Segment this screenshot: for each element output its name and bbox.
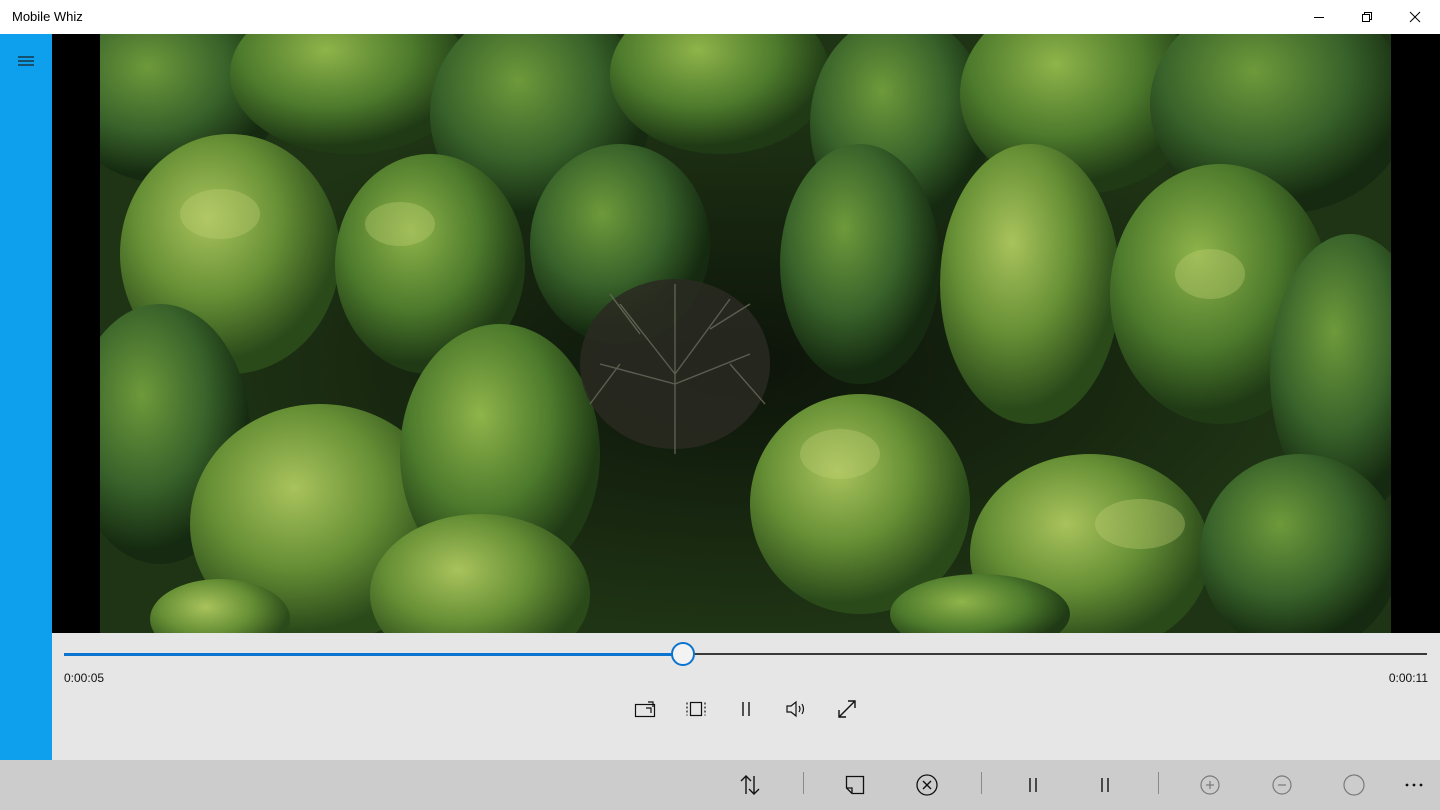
volume-icon <box>786 700 805 718</box>
app-title: Mobile Whiz <box>12 9 83 24</box>
minimize-button[interactable] <box>1295 0 1343 34</box>
navigation-pane <box>0 34 52 760</box>
zoom-in-button[interactable] <box>1190 769 1230 801</box>
fullscreen-button[interactable] <box>829 693 865 725</box>
pause-button[interactable] <box>728 693 764 725</box>
command-separator <box>981 772 982 794</box>
pause-icon <box>1029 778 1037 792</box>
restore-button[interactable] <box>1343 0 1391 34</box>
cast-icon <box>634 701 656 718</box>
close-icon <box>1409 11 1421 23</box>
restore-icon <box>1362 12 1372 22</box>
close-circle-button[interactable] <box>907 769 947 801</box>
note-icon <box>845 775 865 795</box>
command-bar <box>0 760 1440 810</box>
pause-command-button-2[interactable] <box>1085 769 1125 801</box>
command-separator <box>1158 772 1159 794</box>
pause-icon <box>742 702 750 716</box>
seek-bar[interactable] <box>64 642 1427 666</box>
zoom-out-icon <box>1272 775 1292 795</box>
video-player[interactable] <box>52 34 1440 633</box>
control-buttons-row <box>52 693 1440 725</box>
command-separator <box>803 772 804 794</box>
cast-button[interactable] <box>627 693 663 725</box>
zoom-in-icon <box>1200 775 1220 795</box>
total-time: 0:00:11 <box>1388 671 1428 685</box>
seek-thumb[interactable] <box>671 642 696 666</box>
pause-icon <box>1101 778 1109 792</box>
minimize-icon <box>1314 17 1324 18</box>
circle-icon <box>1343 774 1365 796</box>
current-time: 0:00:05 <box>64 671 105 685</box>
zoom-out-button[interactable] <box>1262 769 1302 801</box>
circle-button[interactable] <box>1334 769 1374 801</box>
hamburger-menu-button[interactable] <box>10 48 42 74</box>
close-button[interactable] <box>1391 0 1439 34</box>
note-button[interactable] <box>835 769 875 801</box>
more-icon <box>1405 783 1423 787</box>
title-bar: Mobile Whiz <box>0 0 1440 34</box>
pause-command-button[interactable] <box>1013 769 1053 801</box>
video-frame[interactable] <box>100 34 1391 633</box>
volume-button[interactable] <box>779 693 815 725</box>
seek-progress <box>64 652 684 656</box>
more-button[interactable] <box>1394 769 1434 801</box>
fullscreen-icon <box>838 700 856 718</box>
sort-icon <box>740 775 760 795</box>
forest-video-still <box>100 34 1391 633</box>
aspect-ratio-button[interactable] <box>678 693 714 725</box>
sort-button[interactable] <box>730 769 770 801</box>
aspect-ratio-icon <box>686 701 706 717</box>
hamburger-menu-icon <box>18 56 34 66</box>
close-circle-icon <box>916 774 938 796</box>
playback-controls: 0:00:05 0:00:11 <box>52 633 1440 760</box>
